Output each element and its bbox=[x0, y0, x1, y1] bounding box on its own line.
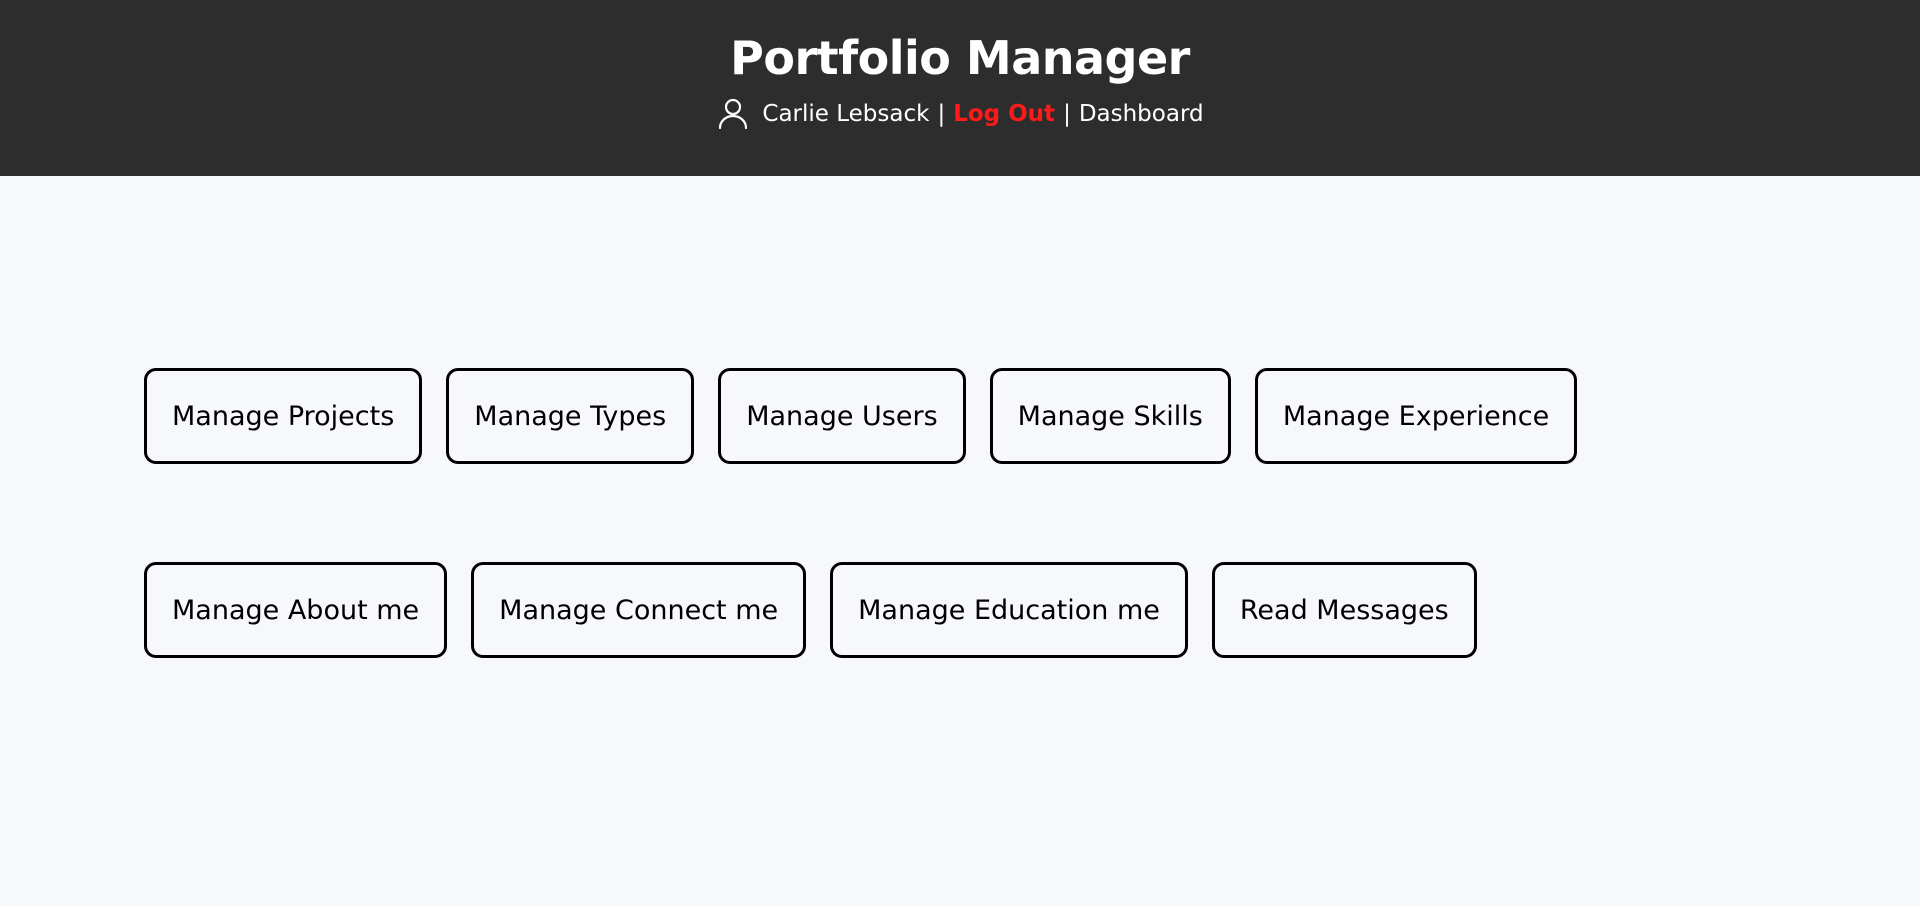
page-title: Portfolio Manager bbox=[730, 31, 1190, 85]
manage-types-button[interactable]: Manage Types bbox=[446, 368, 695, 464]
logout-link[interactable]: Log Out bbox=[953, 94, 1055, 134]
manage-education-me-button[interactable]: Manage Education me bbox=[830, 562, 1188, 658]
dashboard-link[interactable]: Dashboard bbox=[1079, 94, 1204, 134]
manage-experience-button[interactable]: Manage Experience bbox=[1254, 368, 1578, 464]
manage-users-button[interactable]: Manage Users bbox=[718, 368, 966, 464]
manage-skills-button[interactable]: Manage Skills bbox=[989, 368, 1231, 464]
main-content: Manage Projects Manage Types Manage User… bbox=[0, 176, 1920, 658]
user-icon bbox=[716, 97, 750, 131]
read-messages-button[interactable]: Read Messages bbox=[1211, 562, 1477, 658]
button-row-2: Manage About me Manage Connect me Manage… bbox=[144, 562, 1920, 658]
page-header: Portfolio Manager Carlie Lebsack | Log O… bbox=[0, 0, 1920, 176]
separator: | bbox=[1063, 101, 1071, 127]
button-row-1: Manage Projects Manage Types Manage User… bbox=[144, 368, 1920, 464]
manage-connect-me-button[interactable]: Manage Connect me bbox=[471, 562, 807, 658]
user-bar: Carlie Lebsack | Log Out | Dashboard bbox=[0, 94, 1920, 134]
manage-projects-button[interactable]: Manage Projects bbox=[144, 368, 423, 464]
separator: | bbox=[937, 101, 946, 127]
manage-about-me-button[interactable]: Manage About me bbox=[144, 562, 448, 658]
user-name: Carlie Lebsack bbox=[762, 101, 930, 127]
